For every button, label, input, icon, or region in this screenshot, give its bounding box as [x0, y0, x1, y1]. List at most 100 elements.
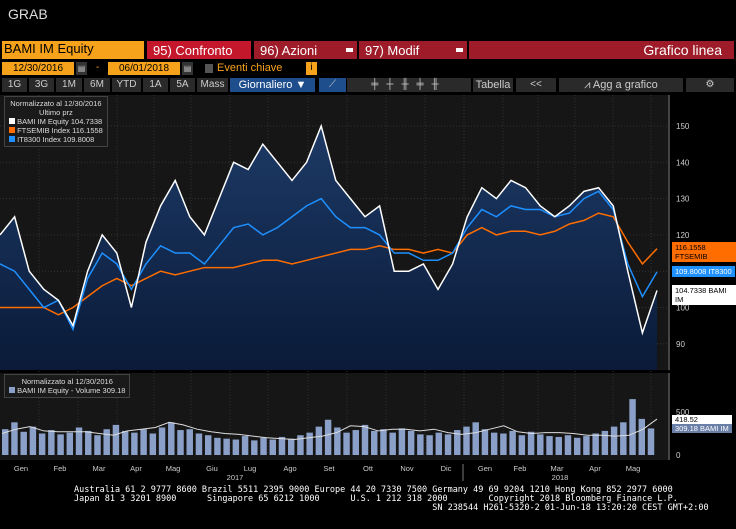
volume-bar — [509, 430, 516, 455]
price-chart: 150140130120100905000Gen Feb Mar Apr Mag Giu L… — [0, 95, 690, 482]
period-button-5a[interactable]: 5A — [170, 78, 195, 92]
x-month-label: Ago — [283, 464, 296, 473]
modify-label: 97) Modif — [365, 42, 420, 58]
x-month-label: Dic — [441, 464, 452, 473]
volume-bar — [168, 422, 175, 455]
legend-subtitle: Ultimo prz — [39, 108, 73, 117]
chart-style-icons[interactable]: ╪┼╫╪╫ — [347, 78, 471, 92]
volume-bar — [564, 435, 572, 455]
collapse-button[interactable]: << — [516, 78, 556, 92]
volume-bar — [158, 427, 166, 455]
legend-value: 104.7338 — [70, 117, 103, 126]
it8300-price-tag: 109.8008 IT8300 — [672, 266, 735, 277]
end-date-input[interactable]: 06/01/2018 — [108, 62, 180, 75]
period-button-1a[interactable]: 1A — [143, 78, 168, 92]
volume-bar — [195, 433, 203, 455]
info-icon[interactable]: i — [306, 62, 317, 75]
key-events-label: Eventi chiave — [217, 62, 283, 74]
period-button-3g[interactable]: 3G — [29, 78, 54, 92]
volume-bar — [149, 433, 157, 455]
chart-add-icon: ⩘ — [584, 79, 593, 91]
chart-type-label: Grafico linea — [469, 41, 734, 59]
volume-tag: 309.18 BAMI IM — [672, 424, 732, 433]
period-button-ytd[interactable]: YTD — [112, 78, 141, 92]
volume-bar — [463, 426, 470, 455]
volume-bar — [324, 419, 332, 455]
x-month-label: Apr — [589, 464, 601, 473]
volume-legend-title: Normalizzato al 12/30/2016 — [21, 377, 113, 386]
volume-bar — [537, 434, 544, 455]
volume-bar — [57, 434, 64, 455]
volume-bar — [269, 439, 276, 455]
volume-bar — [601, 430, 609, 455]
period-button-1m[interactable]: 1M — [56, 78, 82, 92]
footer-contacts: Australia 61 2 9777 8600 Brazil 5511 239… — [74, 485, 709, 513]
volume-bar — [352, 430, 360, 455]
legend-swatch — [9, 127, 15, 133]
y-tick-label: 150 — [676, 122, 690, 131]
volume-bar — [380, 429, 387, 455]
legend-swatch — [9, 118, 15, 124]
volume-bar — [140, 429, 147, 455]
volume-bar — [583, 436, 590, 455]
legend-value: 109.8008 — [62, 135, 95, 144]
calendar-icon[interactable]: ▤ — [182, 62, 193, 75]
x-month-label: Lug — [244, 464, 257, 473]
frequency-dropdown[interactable]: Giornaliero ▼ — [230, 78, 315, 92]
period-button-6m[interactable]: 6M — [84, 78, 110, 92]
volume-bar — [527, 431, 535, 455]
settings-gear-icon[interactable]: ⚙ — [686, 78, 734, 92]
legend-name: FTSEMIB Index — [17, 126, 71, 135]
line-chart-icon[interactable]: ⟋ — [319, 78, 346, 92]
period-button-mass[interactable]: Mass — [197, 78, 228, 92]
volume-bar — [573, 437, 581, 455]
y-tick-label: 130 — [676, 195, 690, 204]
x-month-label: Gen — [14, 464, 28, 473]
start-date-input[interactable]: 12/30/2016 — [2, 62, 74, 75]
modify-menu[interactable]: 97) Modif — [359, 41, 467, 59]
add-to-chart-button[interactable]: ⩘ Agg a grafico — [559, 78, 683, 92]
legend-title: Normalizzato al 12/30/2016 — [10, 99, 102, 108]
volume-bar — [186, 429, 193, 455]
volume-bar — [417, 434, 424, 455]
x-month-label: Nov — [400, 464, 414, 473]
compare-button[interactable]: 95) Confronto — [147, 41, 251, 59]
volume-tick-label: 0 — [676, 451, 681, 460]
volume-bar — [398, 428, 406, 455]
x-month-label: Mag — [626, 464, 641, 473]
dropdown-icon — [346, 48, 353, 52]
volume-bar — [103, 429, 110, 455]
volume-bar — [260, 437, 267, 455]
volume-bar — [389, 432, 396, 455]
volume-bar — [121, 430, 129, 455]
volume-bar — [85, 430, 92, 455]
x-month-label: Mag — [166, 464, 181, 473]
legend-name: IT8300 Index — [17, 135, 61, 144]
x-month-label: Set — [323, 464, 335, 473]
table-button[interactable]: Tabella — [473, 78, 513, 92]
calendar-icon[interactable]: ▤ — [76, 62, 87, 75]
volume-bar — [407, 430, 415, 455]
volume-bar — [481, 429, 489, 455]
volume-bar — [592, 433, 599, 455]
period-button-1g[interactable]: 1G — [2, 78, 27, 92]
volume-legend: Normalizzato al 12/30/2016 BAMI IM Equit… — [4, 374, 131, 398]
volume-bar — [131, 432, 138, 455]
actions-menu[interactable]: 96) Azioni — [254, 41, 357, 59]
volume-bar — [204, 435, 212, 455]
volume-bar — [371, 430, 378, 455]
volume-bar — [48, 430, 55, 455]
volume-bar — [343, 432, 350, 455]
dropdown-icon — [456, 48, 463, 52]
ftse-price-tag: 116.1558 FTSEMIB — [672, 242, 736, 262]
x-year-label: 2018 — [552, 473, 569, 482]
volume-legend-item: BAMI IM Equity - Volume 309.18 — [17, 386, 126, 395]
x-month-label: Ott — [363, 464, 374, 473]
volume-bar — [214, 437, 221, 455]
security-field[interactable]: BAMI IM Equity — [2, 41, 144, 59]
volume-bar — [472, 422, 479, 455]
volume-bar — [38, 433, 46, 455]
volume-bar — [435, 432, 443, 455]
key-events-checkbox[interactable] — [205, 64, 213, 73]
x-year-label: 2017 — [227, 473, 244, 482]
